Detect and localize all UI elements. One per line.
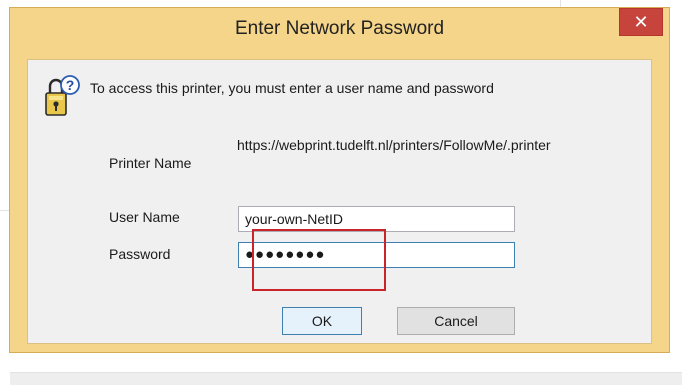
dialog-title: Enter Network Password: [234, 18, 445, 39]
dialog-content: ? To access this printer, you must enter…: [27, 59, 652, 344]
printer-name-label: Printer Name: [109, 155, 192, 171]
printer-name-value: https://webprint.tudelft.nl/printers/Fol…: [237, 137, 551, 153]
key-lock-help-icon: ?: [45, 75, 80, 116]
ok-button[interactable]: OK: [282, 307, 362, 335]
close-button[interactable]: ✕: [619, 8, 663, 36]
network-password-dialog: Enter Network Password ✕ ? To access thi…: [9, 7, 670, 353]
message-text: To access this printer, you must enter a…: [90, 80, 494, 96]
screen: Enter Network Password ✕ ? To access thi…: [0, 0, 682, 385]
close-icon: ✕: [633, 12, 649, 32]
ok-highlight-frame: [252, 229, 386, 291]
username-label: User Name: [109, 209, 180, 225]
cancel-button[interactable]: Cancel: [397, 307, 515, 335]
password-label: Password: [109, 246, 171, 262]
svg-text:?: ?: [66, 77, 75, 93]
background-strip: [10, 372, 682, 385]
